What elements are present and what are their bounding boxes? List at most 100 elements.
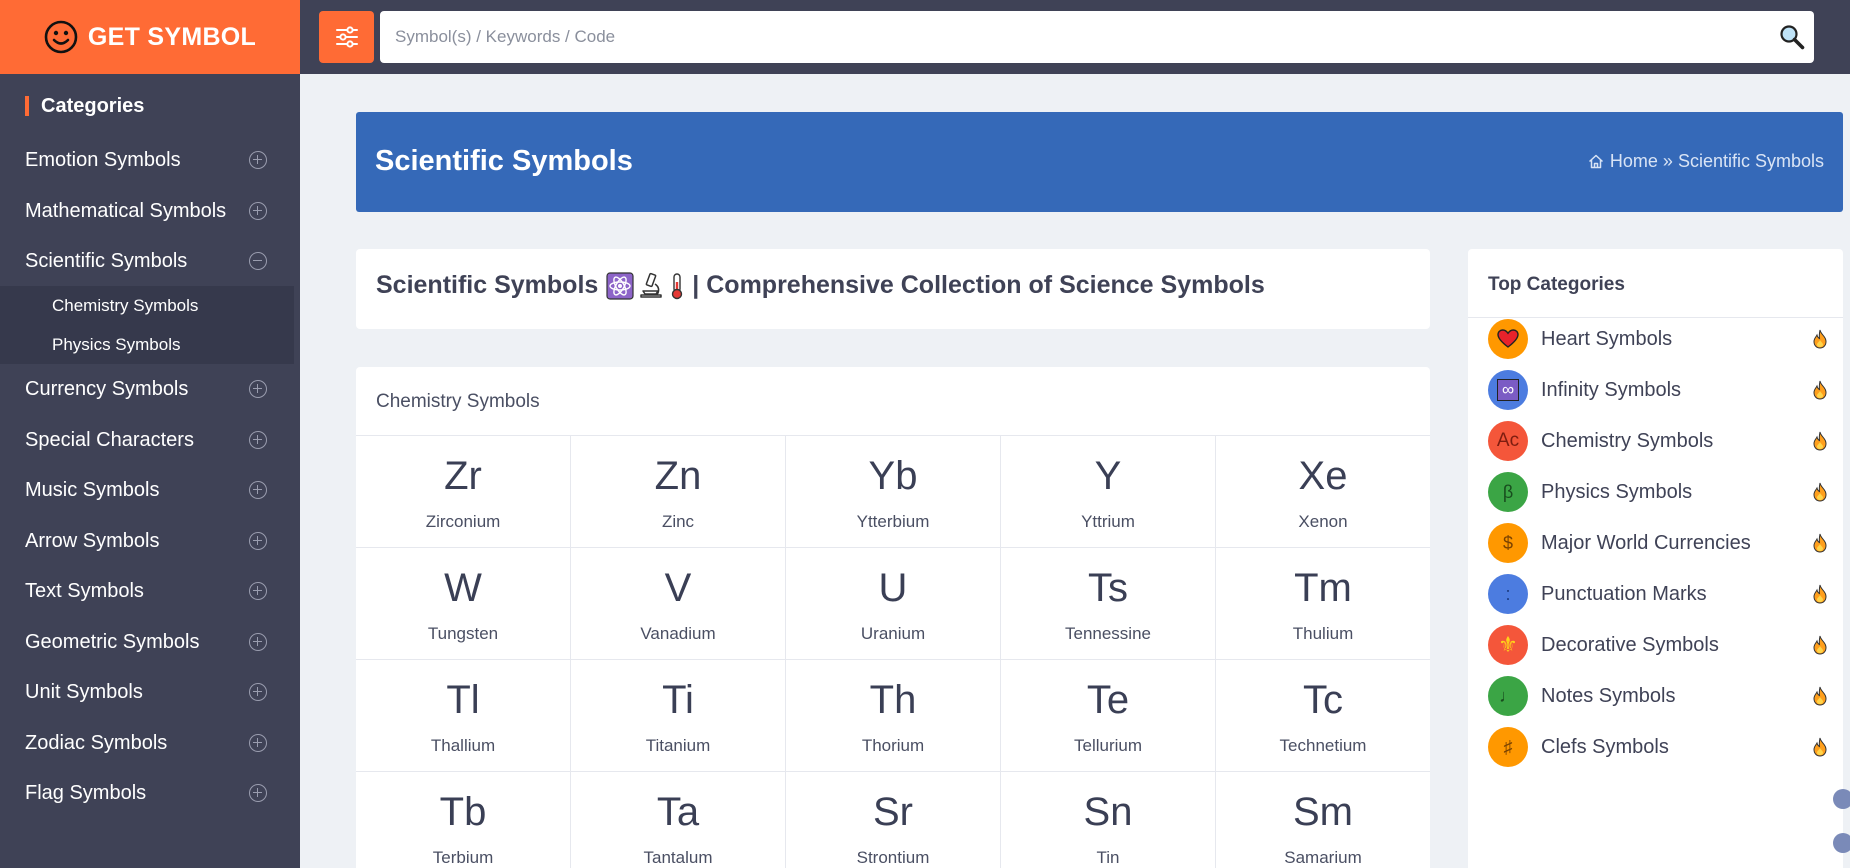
fire-icon <box>1813 482 1827 502</box>
element-symbol: Zr <box>444 454 482 498</box>
infinity-glyph: ∞ <box>1497 379 1519 401</box>
element-symbol: Th <box>869 678 917 722</box>
element-card-ts[interactable]: Ts Tennessine <box>1001 548 1216 660</box>
element-symbol: Sn <box>1083 790 1133 834</box>
expand-plus-icon[interactable] <box>249 633 267 651</box>
element-card-sm[interactable]: Sm Samarium <box>1216 772 1430 868</box>
element-card-sr[interactable]: Sr Strontium <box>786 772 1001 868</box>
top-category-clefs[interactable]: ♯ Clefs Symbols <box>1488 725 1828 769</box>
expand-plus-icon[interactable] <box>249 683 267 701</box>
fire-icon <box>1813 737 1827 757</box>
fire-icon <box>1813 533 1827 553</box>
sidebar-item-arrow[interactable]: Arrow Symbols <box>0 516 300 566</box>
search-button[interactable] <box>1770 15 1814 59</box>
actinium-icon: Ac <box>1488 421 1528 461</box>
element-name: Xenon <box>1298 512 1348 531</box>
top-category-label: Clefs Symbols <box>1541 735 1669 758</box>
element-name: Yttrium <box>1081 512 1135 531</box>
search-input[interactable] <box>380 11 1770 63</box>
top-category-label: Major World Currencies <box>1541 531 1751 554</box>
sidebar-item-music[interactable]: Music Symbols <box>0 465 300 515</box>
fire-icon <box>1813 431 1827 451</box>
expand-plus-icon[interactable] <box>249 582 267 600</box>
element-card-yb[interactable]: Yb Ytterbium <box>786 436 1001 548</box>
atom-emoji <box>606 271 634 300</box>
expand-plus-icon[interactable] <box>249 151 267 169</box>
element-card-y[interactable]: Y Yttrium <box>1001 436 1216 548</box>
sidebar-item-emotion[interactable]: Emotion Symbols <box>0 135 300 185</box>
sidebar-item-label: Zodiac Symbols <box>25 731 168 754</box>
sidebar-item-currency[interactable]: Currency Symbols <box>0 364 300 414</box>
sidebar-item-label: Mathematical Symbols <box>25 199 227 222</box>
element-card-tm[interactable]: Tm Thulium <box>1216 548 1430 660</box>
top-category-chemistry[interactable]: Ac Chemistry Symbols <box>1488 419 1828 463</box>
sidebar-item-scientific[interactable]: Scientific Symbols <box>0 236 300 286</box>
expand-plus-icon[interactable] <box>249 532 267 550</box>
sidebar-subitem-chemistry[interactable]: Chemistry Symbols <box>52 296 198 316</box>
element-name: Thorium <box>861 736 925 755</box>
sidebar-item-label: Arrow Symbols <box>25 529 160 552</box>
top-category-decorative[interactable]: ⚜ Decorative Symbols <box>1488 623 1828 667</box>
element-card-ta[interactable]: Ta Tantalum <box>571 772 786 868</box>
expand-plus-icon[interactable] <box>249 784 267 802</box>
chemistry-symbols-card: Chemistry Symbols Zr Zirconium Zn Zinc Yb Y… <box>356 367 1430 868</box>
element-card-zn[interactable]: Zn Zinc <box>571 436 786 548</box>
element-symbol: W <box>444 566 482 610</box>
element-name: Titanium <box>645 736 711 755</box>
expand-plus-icon[interactable] <box>249 431 267 449</box>
element-symbol: Sm <box>1293 790 1353 834</box>
breadcrumb-home-link[interactable]: Home <box>1610 151 1658 172</box>
element-card-te[interactable]: Te Tellurium <box>1001 660 1216 772</box>
element-card-v[interactable]: V Vanadium <box>571 548 786 660</box>
colon-icon: : <box>1488 574 1528 614</box>
filter-button[interactable] <box>319 11 374 63</box>
sidebar-item-mathematical[interactable]: Mathematical Symbols <box>0 186 300 236</box>
page-title: Scientific Symbols | Comprehensive Colle… <box>376 271 1265 300</box>
element-card-u[interactable]: U Uranium <box>786 548 1001 660</box>
element-card-th[interactable]: Th Thorium <box>786 660 1001 772</box>
fire-icon <box>1813 686 1827 706</box>
top-categories-panel: Top Categories Heart Symbols ∞ Infinity … <box>1468 249 1850 868</box>
expand-plus-icon[interactable] <box>249 734 267 752</box>
sidebar-item-label: Scientific Symbols <box>25 249 188 272</box>
element-card-tc[interactable]: Tc Technetium <box>1216 660 1430 772</box>
element-name: Zirconium <box>425 512 501 531</box>
element-name: Thulium <box>1292 624 1354 643</box>
sidebar-item-zodiac[interactable]: Zodiac Symbols <box>0 718 300 768</box>
floating-widget-button[interactable] <box>1833 833 1850 853</box>
element-card-tl[interactable]: Tl Thallium <box>356 660 571 772</box>
element-card-sn[interactable]: Sn Tin <box>1001 772 1216 868</box>
top-category-heart[interactable]: Heart Symbols <box>1488 317 1828 361</box>
element-card-w[interactable]: W Tungsten <box>356 548 571 660</box>
site-logo[interactable]: GET SYMBOL <box>0 0 300 74</box>
page-banner: Scientific Symbols Home » Scientific Sym… <box>356 112 1843 212</box>
collapse-minus-icon[interactable] <box>249 252 267 270</box>
floating-widget-button[interactable] <box>1833 789 1850 809</box>
element-card-ti[interactable]: Ti Titanium <box>571 660 786 772</box>
top-category-punctuation[interactable]: : Punctuation Marks <box>1488 572 1828 616</box>
expand-plus-icon[interactable] <box>249 481 267 499</box>
sidebar-item-geometric[interactable]: Geometric Symbols <box>0 617 300 667</box>
top-category-notes[interactable]: ♩ Notes Symbols <box>1488 674 1828 718</box>
element-card-tb[interactable]: Tb Terbium <box>356 772 571 868</box>
microscope-emoji <box>640 272 663 298</box>
element-card-xe[interactable]: Xe Xenon <box>1216 436 1430 548</box>
expand-plus-icon[interactable] <box>249 202 267 220</box>
sidebar-item-flag[interactable]: Flag Symbols <box>0 768 300 818</box>
sidebar-item-label: Special Characters <box>25 428 194 451</box>
heart-icon <box>1488 319 1528 359</box>
brand-name: GET SYMBOL <box>87 22 257 51</box>
sidebar-item-text[interactable]: Text Symbols <box>0 566 300 616</box>
top-category-physics[interactable]: β Physics Symbols <box>1488 470 1828 514</box>
element-name: Technetium <box>1279 736 1367 755</box>
sidebar-item-unit[interactable]: Unit Symbols <box>0 667 300 717</box>
top-category-infinity[interactable]: ∞ Infinity Symbols <box>1488 368 1828 412</box>
sidebar: Categories Emotion Symbols Mathematical … <box>0 74 300 868</box>
top-category-currencies[interactable]: $ Major World Currencies <box>1488 521 1828 565</box>
element-symbol: Yb <box>868 454 918 498</box>
sidebar-item-special[interactable]: Special Characters <box>0 415 300 465</box>
expand-plus-icon[interactable] <box>249 380 267 398</box>
sidebar-subitem-physics[interactable]: Physics Symbols <box>52 335 180 355</box>
top-category-label: Physics Symbols <box>1541 480 1693 503</box>
element-card-zr[interactable]: Zr Zirconium <box>356 436 571 548</box>
